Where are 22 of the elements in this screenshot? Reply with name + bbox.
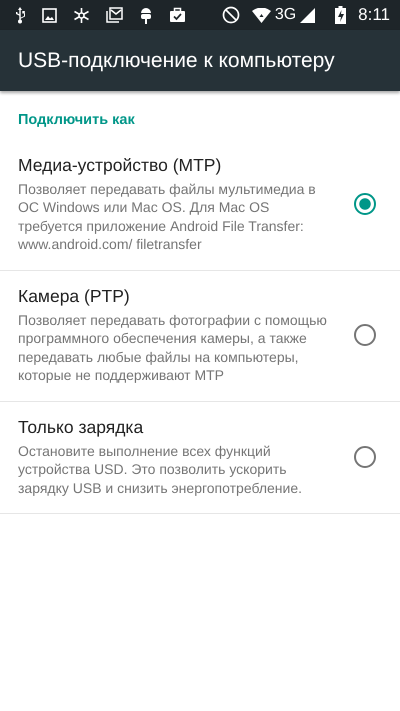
option-description: Остановите выполнение всех функций устройства USD. Это позволить ускорить зарядку USB и снизить энергопотребление.	[18, 442, 304, 498]
option-title: Камера (PTP)	[18, 284, 131, 307]
mail-icon	[106, 7, 123, 23]
do-not-disturb-icon	[222, 6, 240, 24]
section-header: Подключить как	[18, 112, 135, 128]
radio-button[interactable]	[354, 192, 376, 215]
image-icon	[42, 8, 57, 22]
battery-charging-icon	[335, 6, 346, 24]
option-title: Только зарядка	[18, 416, 144, 438]
briefcase-check-icon	[169, 7, 186, 23]
signal-icon	[300, 8, 316, 22]
time-label: 8:11	[358, 4, 390, 26]
radio-button[interactable]	[354, 324, 376, 346]
option-title: Медиа-устройство (MTP)	[18, 154, 222, 176]
network-type-label: 3G	[274, 5, 296, 25]
wifi-icon	[252, 8, 271, 22]
usb-icon	[14, 6, 26, 24]
option-description: Позволяет передавать фотографии с помощью программного обеспечения камеры, а также передавать любые файлы на компьютеры, которые не поддерживают MTP	[18, 310, 328, 385]
snowflake-icon	[73, 6, 90, 24]
screen-title: USB-подключение к компьютеру	[18, 48, 335, 74]
radio-button[interactable]	[354, 446, 376, 468]
option-description: Позволяет передавать файлы мультимедиа в ОС Windows или Mac OS. Для Mac OS требуется приложение Android File Transfer: www.android.com/ filetransfer	[18, 180, 317, 254]
